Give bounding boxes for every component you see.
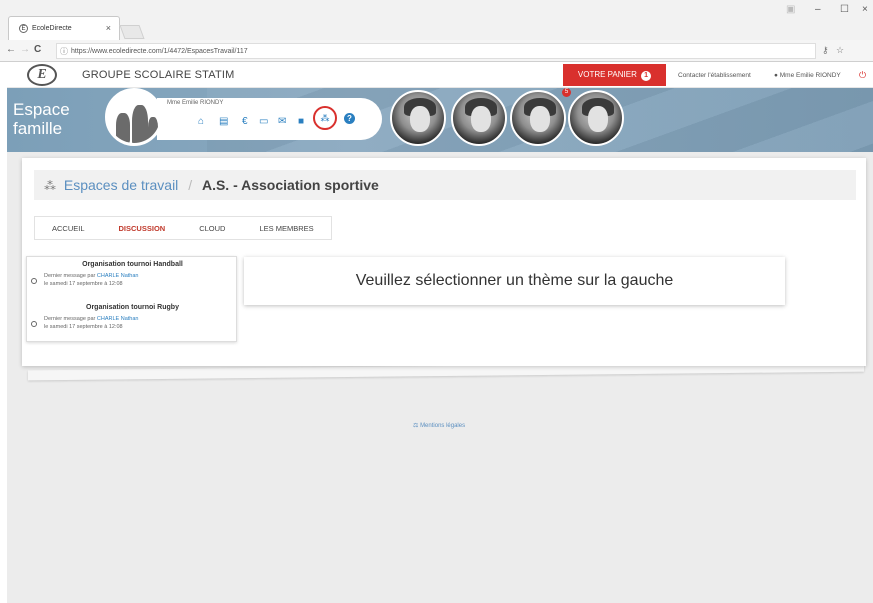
browser-tab[interactable]: E EcoleDirecte × xyxy=(8,16,120,40)
id-card-icon[interactable]: ▤ xyxy=(219,116,228,127)
discussion-meta: Dernier message par CHARLE Nathan le sam… xyxy=(44,316,138,331)
tab-close-icon[interactable]: × xyxy=(106,23,111,33)
tab-cloud[interactable]: CLOUD xyxy=(182,224,242,233)
help-icon[interactable]: ? xyxy=(344,113,355,124)
minimize-button[interactable]: – xyxy=(815,4,821,15)
address-bar-row: ← → C ⓘ https://www.ecoledirecte.com/1/4… xyxy=(0,40,873,62)
user-name: Mme Emilie RIONDY xyxy=(779,72,841,79)
close-window-button[interactable]: × xyxy=(862,4,868,15)
basket-button[interactable]: VOTRE PANIER 1 xyxy=(563,64,666,86)
ecoledirecte-favicon-icon: E xyxy=(19,24,28,33)
espace-famille-title: Espace famille xyxy=(13,100,70,138)
bookmark-star-icon[interactable]: ☆ xyxy=(836,45,844,56)
discussion-title: Organisation tournoi Handball xyxy=(82,261,183,268)
student-avatar-3[interactable] xyxy=(510,90,566,146)
profile-icon[interactable]: ▣ xyxy=(786,4,795,15)
url-field[interactable]: ⓘ https://www.ecoledirecte.com/1/4472/Es… xyxy=(56,43,816,59)
legal-icon: ⚖ xyxy=(413,423,419,429)
logout-icon[interactable]: ⏻ xyxy=(859,70,866,81)
select-theme-message: Veuillez sélectionner un thème sur la ga… xyxy=(244,257,785,305)
legal-label: Mentions légales xyxy=(420,423,466,429)
reload-button[interactable]: C xyxy=(34,44,41,55)
envelope-icon[interactable]: ✉ xyxy=(278,116,286,127)
legal-mentions-link[interactable]: ⚖ Mentions légales xyxy=(413,422,465,429)
discussion-author: CHARLE Nathan xyxy=(96,316,139,322)
site-header: E GROUPE SCOLAIRE STATIM VOTRE PANIER 1 … xyxy=(7,62,873,88)
url-text: https://www.ecoledirecte.com/1/4472/Espa… xyxy=(71,48,248,55)
discussion-date: le samedi 17 septembre à 12:08 xyxy=(44,280,123,287)
discussion-meta: Dernier message par CHARLE Nathan le sam… xyxy=(44,273,138,288)
family-avatar[interactable] xyxy=(105,88,163,146)
espace-title-line1: Espace xyxy=(13,100,70,119)
breadcrumb: ⁂ Espaces de travail / A.S. - Associatio… xyxy=(34,170,856,200)
discussion-list: Organisation tournoi Handball Dernier me… xyxy=(26,256,237,342)
discussion-title: Organisation tournoi Rugby xyxy=(86,304,179,311)
maximize-button[interactable]: ☐ xyxy=(840,4,849,15)
family-banner: Espace famille Mme Emilie RIONDY ⌂ ▤ € ▭… xyxy=(7,88,873,152)
credit-card-icon[interactable]: ▭ xyxy=(259,116,268,127)
breadcrumb-current: A.S. - Association sportive xyxy=(201,177,379,193)
browser-tab-title: EcoleDirecte xyxy=(32,25,72,32)
espace-title-line2: famille xyxy=(13,119,63,138)
user-account-link[interactable]: ● Mme Emilie RIONDY xyxy=(774,72,841,79)
last-message-prefix: Dernier message par xyxy=(44,316,97,322)
workspaces-icon: ⁂ xyxy=(44,179,56,193)
discussion-date: le samedi 17 septembre à 12:08 xyxy=(44,323,123,330)
last-message-prefix: Dernier message par xyxy=(44,273,97,279)
profile-name: Mme Emilie RIONDY xyxy=(167,100,224,106)
key-icon[interactable]: ⚷ xyxy=(822,45,829,56)
school-name: GROUPE SCOLAIRE STATIM xyxy=(82,69,235,81)
student-notification-badge: 5 xyxy=(562,88,571,97)
euro-icon[interactable]: € xyxy=(242,116,248,127)
contact-establishment-link[interactable]: Contacter l'établissement xyxy=(678,72,751,79)
tab-les-membres[interactable]: LES MEMBRES xyxy=(242,224,330,233)
basket-count-badge: 1 xyxy=(641,71,652,81)
discussion-author: CHARLE Nathan xyxy=(96,273,139,279)
workspace-tabs: ACCUEIL DISCUSSION CLOUD LES MEMBRES xyxy=(34,216,332,240)
forward-button[interactable]: → xyxy=(20,44,30,55)
student-avatar-4[interactable] xyxy=(568,90,624,146)
profile-menu: Mme Emilie RIONDY ⌂ ▤ € ▭ ✉ ■ ⁂ ? xyxy=(157,98,382,140)
workspaces-icon[interactable]: ⁂ xyxy=(313,106,337,130)
basket-label: VOTRE PANIER xyxy=(577,70,637,79)
breadcrumb-separator: / xyxy=(188,177,193,193)
breadcrumb-root-link[interactable]: Espaces de travail xyxy=(64,177,178,193)
student-avatar-1[interactable] xyxy=(390,90,446,146)
radio-button[interactable] xyxy=(31,278,37,284)
tab-discussion[interactable]: DISCUSSION xyxy=(102,224,183,233)
list-item[interactable]: Organisation tournoi Handball Dernier me… xyxy=(27,257,236,300)
home-icon[interactable]: ⌂ xyxy=(198,116,204,127)
student-avatar-2[interactable] xyxy=(451,90,507,146)
back-button[interactable]: ← xyxy=(6,44,16,55)
folder-icon[interactable]: ■ xyxy=(298,116,304,127)
radio-button[interactable] xyxy=(31,321,37,327)
new-tab-button[interactable] xyxy=(119,25,145,39)
tab-accueil[interactable]: ACCUEIL xyxy=(35,224,102,233)
ecoledirecte-logo[interactable]: E xyxy=(27,64,57,86)
info-icon[interactable]: ⓘ xyxy=(60,44,68,59)
list-item[interactable]: Organisation tournoi Rugby Dernier messa… xyxy=(27,300,236,343)
